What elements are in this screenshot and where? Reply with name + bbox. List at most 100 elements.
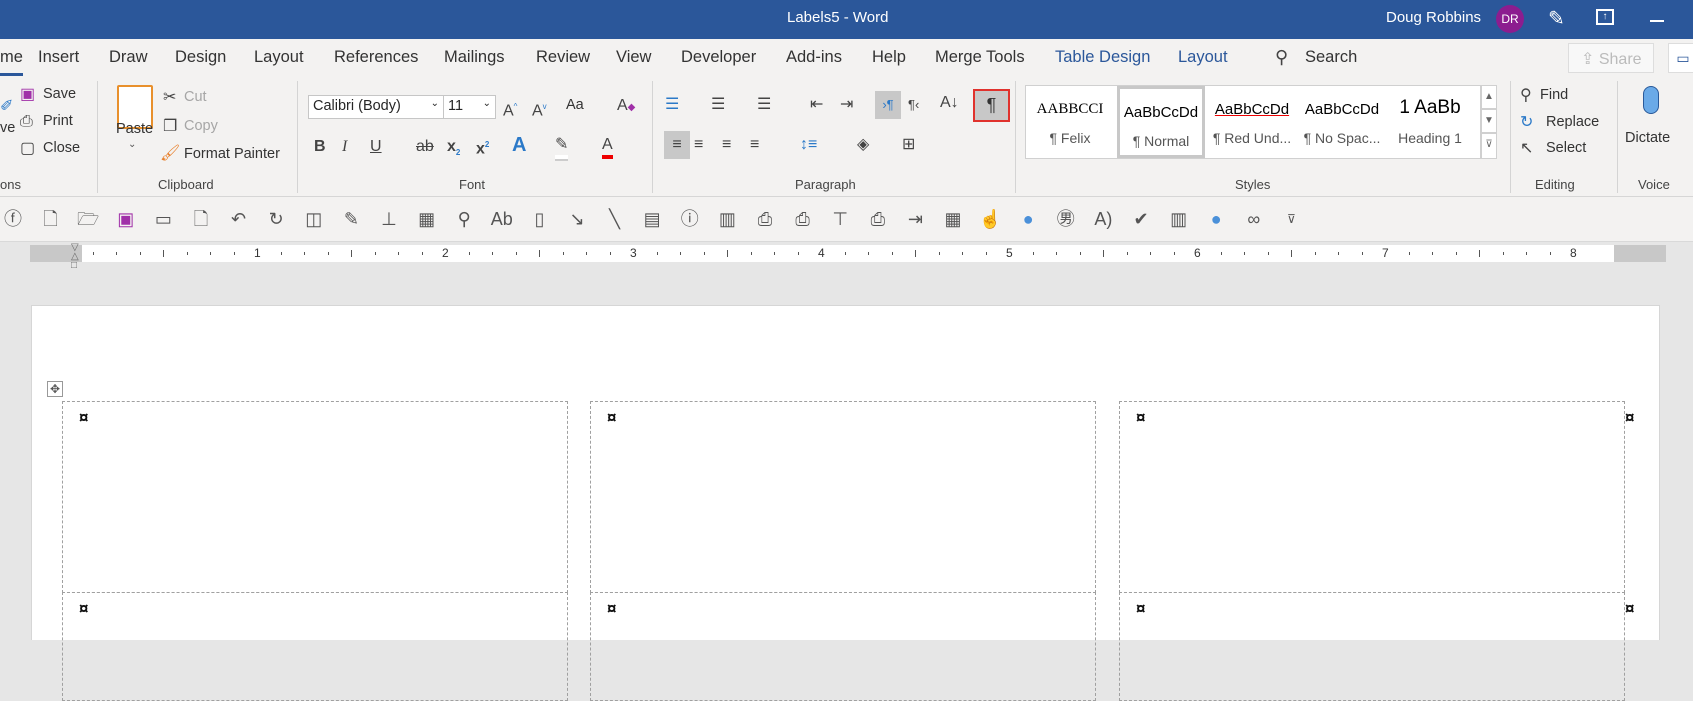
search-icon[interactable]: ⚲ — [1275, 47, 1288, 68]
shading-icon[interactable]: ◈ — [857, 135, 869, 155]
undo-icon[interactable]: ↶ — [226, 207, 252, 231]
line-spacing-icon[interactable]: ↕≡ — [800, 135, 817, 155]
minimize-icon[interactable] — [1650, 20, 1664, 22]
character-icon[interactable]: ㊚ — [1053, 207, 1079, 231]
rtl-direction-icon[interactable]: ¶‹ — [908, 95, 919, 115]
tab-add-ins[interactable]: Add-ins — [786, 48, 842, 67]
barcode-icon[interactable]: ▥ — [1166, 207, 1192, 231]
table-cell[interactable] — [590, 592, 1096, 701]
edit-doc-icon[interactable]: ✎ — [338, 207, 364, 231]
change-case-button[interactable]: Aa — [566, 97, 584, 113]
style-red-underline[interactable]: AaBbCcDd ¶ Red Und... — [1208, 86, 1296, 158]
strikethrough-icon[interactable]: ab — [416, 137, 434, 157]
table-cell[interactable] — [1119, 401, 1625, 593]
notebook-icon[interactable]: ▯ — [526, 207, 552, 231]
circle-icon[interactable]: ● — [1015, 207, 1041, 231]
sort-icon[interactable]: A↓ — [940, 93, 959, 113]
calc-icon[interactable]: ▦ — [940, 207, 966, 231]
numbering-icon[interactable]: ☰ — [711, 95, 725, 115]
ltr-direction-icon[interactable]: ›¶ — [875, 91, 901, 119]
spelling-icon[interactable]: Ab — [489, 207, 515, 231]
circle-f-icon[interactable]: ⓕ — [0, 207, 26, 231]
tab-design[interactable]: Design — [175, 48, 226, 67]
table-icon[interactable]: ▦ — [414, 207, 440, 231]
save-button[interactable]: Save — [43, 86, 76, 102]
folder-icon[interactable]: ▭ — [150, 207, 176, 231]
tab-references[interactable]: References — [334, 48, 418, 67]
text-effects-icon[interactable]: A — [512, 135, 526, 155]
decrease-indent-icon[interactable]: ⇤ — [810, 95, 823, 115]
styles-more-button[interactable]: ⊽ — [1481, 133, 1497, 159]
borders-icon[interactable]: ⊞ — [902, 135, 915, 155]
tab-merge-tools[interactable]: Merge Tools — [935, 48, 1025, 67]
clear-formatting-icon[interactable]: A◆ — [617, 96, 635, 118]
ribbon-display-icon[interactable]: ↑ — [1596, 9, 1614, 25]
align-right-icon[interactable]: ≡ — [722, 135, 731, 155]
print-arrow-icon[interactable]: ⇥ — [902, 207, 928, 231]
tab-layout[interactable]: Layout — [254, 48, 304, 67]
bold-icon[interactable]: B — [314, 137, 326, 157]
open-icon[interactable]: 🗁 — [75, 207, 101, 231]
style-no-spacing[interactable]: AaBbCcDd ¶ No Spac... — [1298, 86, 1386, 158]
tab-review[interactable]: Review — [536, 48, 590, 67]
underline-icon[interactable]: U — [370, 137, 382, 157]
zoom-icon[interactable]: ⚲ — [451, 207, 477, 231]
field-icon[interactable]: ▤ — [639, 207, 665, 231]
line-icon[interactable]: ╲ — [602, 207, 628, 231]
align-left-icon[interactable]: ≡ — [664, 131, 690, 159]
font-color-icon[interactable]: A — [602, 135, 613, 159]
tab-insert[interactable]: Insert — [38, 48, 79, 67]
find-button[interactable]: Find — [1540, 87, 1568, 103]
page-icon[interactable]: 🗋 — [188, 207, 214, 231]
tab-draw[interactable]: Draw — [109, 48, 148, 67]
select-button[interactable]: Select — [1546, 140, 1586, 156]
chevron-down-icon[interactable]: ⌄ — [128, 139, 136, 150]
table-cell[interactable] — [1119, 592, 1625, 701]
replace-button[interactable]: Replace — [1546, 114, 1599, 130]
microphone-icon[interactable] — [1643, 86, 1659, 114]
print-preview-icon[interactable]: ⎙ — [790, 207, 816, 231]
table-cell[interactable] — [62, 592, 568, 701]
share-button[interactable]: ⇪ Share — [1568, 43, 1654, 73]
table-cell[interactable] — [590, 401, 1096, 593]
superscript-icon[interactable]: x2 — [476, 135, 489, 159]
subscript-icon[interactable]: x2 — [447, 137, 460, 163]
style-felix[interactable]: AABBCCI ¶ Felix — [1026, 86, 1114, 158]
highlight-icon[interactable]: ✎ — [555, 135, 569, 159]
presentation-icon[interactable]: ⊤ — [827, 207, 853, 231]
user-name[interactable]: Doug Robbins — [1386, 9, 1481, 26]
table-move-handle-icon[interactable]: ✥ — [47, 381, 63, 397]
new-doc-icon[interactable]: 🗋 — [38, 207, 64, 231]
tab-table-design[interactable]: Table Design — [1055, 48, 1150, 67]
tab-view[interactable]: View — [616, 48, 651, 67]
line-arrow-icon[interactable]: ↘ — [564, 207, 590, 231]
info-icon[interactable]: ⓘ — [677, 207, 703, 231]
tab-home[interactable]: me — [0, 48, 23, 76]
avatar[interactable]: DR — [1496, 5, 1524, 33]
check-print-icon[interactable]: ⎙ — [752, 207, 778, 231]
tab-mailings[interactable]: Mailings — [444, 48, 505, 67]
check-globe-icon[interactable]: ✔ — [1128, 207, 1154, 231]
copy-button[interactable]: Copy — [184, 118, 218, 134]
comments-button[interactable]: ▭ — [1668, 43, 1693, 73]
search-box[interactable]: Search — [1305, 48, 1357, 67]
dictate-button[interactable]: Dictate — [1625, 130, 1670, 146]
pen-icon[interactable]: ✎ — [1548, 6, 1565, 31]
partial-button[interactable]: ve — [0, 120, 15, 136]
format-painter-button[interactable]: Format Painter — [184, 146, 280, 162]
org-chart-icon[interactable]: ⊥ — [376, 207, 402, 231]
tab-developer[interactable]: Developer — [681, 48, 756, 67]
indent-markers-icon[interactable]: ▽ △ □ — [71, 243, 79, 271]
form-icon[interactable]: ▥ — [714, 207, 740, 231]
grow-font-icon[interactable]: A^ — [503, 97, 517, 121]
styles-scroll-up[interactable]: ▲ — [1481, 85, 1497, 109]
tab-table-layout[interactable]: Layout — [1178, 48, 1228, 67]
link-icon[interactable]: ∞ — [1241, 207, 1267, 231]
print-button[interactable]: Print — [43, 113, 73, 129]
style-normal[interactable]: AaBbCcDd ¶ Normal — [1117, 86, 1205, 158]
customize-qat-icon[interactable]: ⊽ — [1278, 207, 1304, 231]
justify-icon[interactable]: ≡ — [750, 135, 759, 155]
touch-mode-icon[interactable]: ☝ — [978, 207, 1004, 231]
increase-indent-icon[interactable]: ⇥ — [840, 95, 853, 115]
multilevel-list-icon[interactable]: ☰ — [757, 95, 771, 115]
